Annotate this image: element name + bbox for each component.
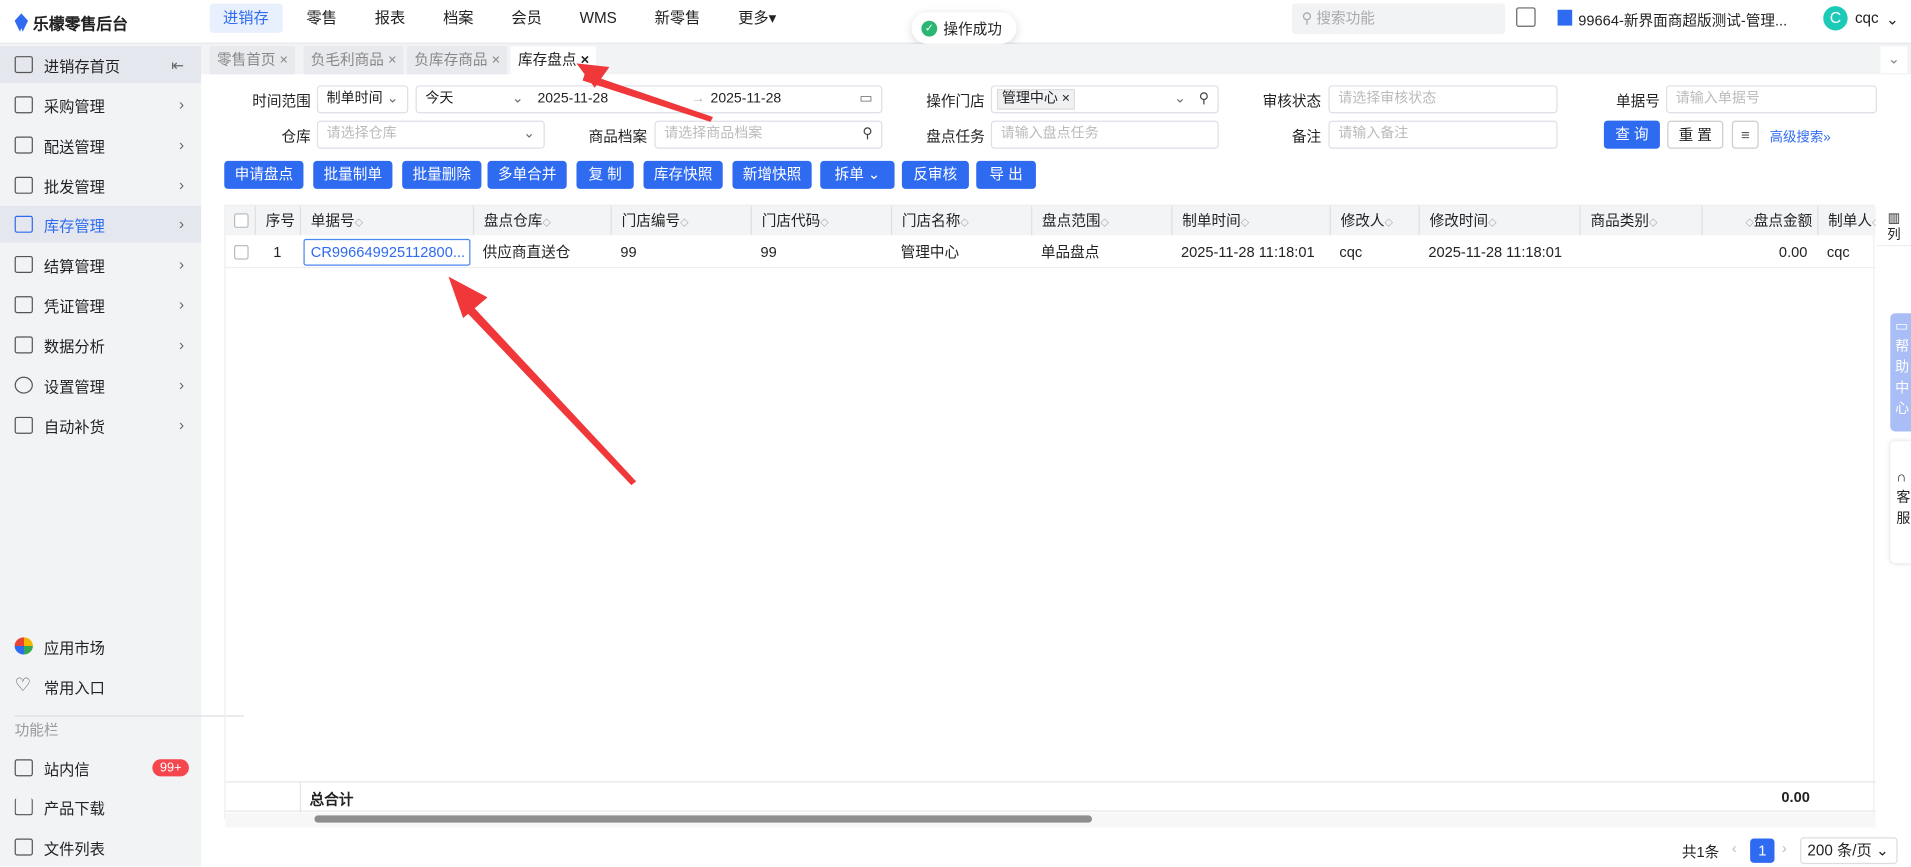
arrow-to-row [459, 298, 637, 486]
arrow-to-tab [582, 73, 713, 122]
annotation-arrows [448, 63, 713, 486]
arrow-head-icon [448, 276, 488, 319]
